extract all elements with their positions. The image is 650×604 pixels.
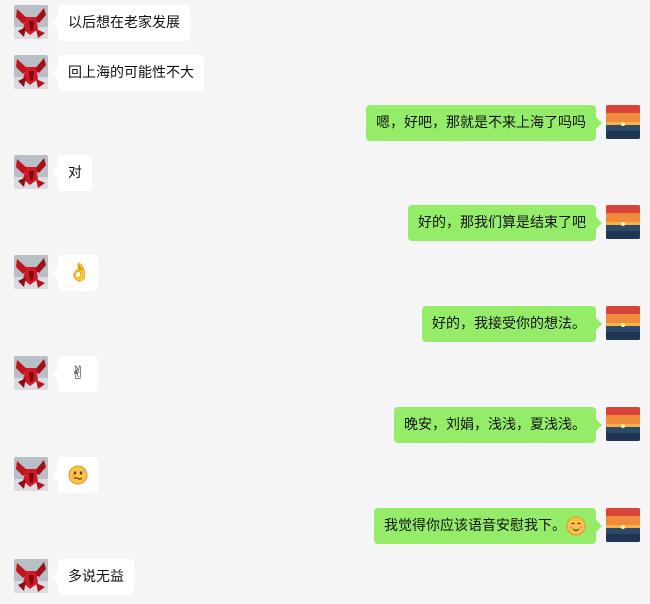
chat-history: 以后想在老家发展 回上海的可能性不大 嗯，好吧，那就是不来上海了吗吗 对 好的，… [0,0,650,604]
message-text: 我觉得你应该语音安慰我下。 [384,518,566,534]
contact-avatar[interactable] [14,457,48,491]
message-bubble-emoji[interactable] [52,457,98,493]
red-flower-avatar-icon [14,457,48,491]
message-row-outgoing: 好的，那我们算是结束了吧 [0,205,650,241]
contact-avatar[interactable] [14,356,48,390]
sunset-avatar-icon [606,508,640,542]
sunset-avatar-icon [606,306,640,340]
message-bubble[interactable]: 对 [52,155,92,191]
red-flower-avatar-icon [14,255,48,289]
message-row-incoming: 回上海的可能性不大 [0,55,650,91]
self-avatar[interactable] [606,205,640,239]
message-bubble[interactable]: 回上海的可能性不大 [52,55,204,91]
sunset-avatar-icon [606,105,640,139]
message-row-incoming: 以后想在老家发展 [0,5,650,41]
awkward-smile-icon [68,465,88,485]
red-flower-avatar-icon [14,55,48,89]
ok-hand-icon: 👌 [68,262,91,283]
victory-hand-icon: ✌ [70,363,86,384]
message-bubble[interactable]: 以后想在老家发展 [52,5,190,41]
sunset-avatar-icon [606,205,640,239]
message-row-outgoing: 好的，我接受你的想法。 [0,306,650,342]
contact-avatar[interactable] [14,155,48,189]
self-avatar[interactable] [606,407,640,441]
message-bubble[interactable]: 晚安，刘娟，浅浅，夏浅浅。 [394,407,602,443]
contact-avatar[interactable] [14,255,48,289]
message-bubble[interactable]: 多说无益 [52,559,134,595]
message-bubble[interactable]: 好的，那我们算是结束了吧 [408,205,602,241]
red-flower-avatar-icon [14,5,48,39]
red-flower-avatar-icon [14,356,48,390]
contact-avatar[interactable] [14,5,48,39]
message-row-incoming: 👌 [0,255,650,291]
contact-avatar[interactable] [14,55,48,89]
self-avatar[interactable] [606,306,640,340]
red-flower-avatar-icon [14,559,48,593]
message-row-outgoing: 嗯，好吧，那就是不来上海了吗吗 [0,105,650,141]
red-flower-avatar-icon [14,155,48,189]
message-bubble-emoji[interactable]: ✌ [52,356,98,392]
message-row-incoming: 对 [0,155,650,191]
message-row-outgoing: 我觉得你应该语音安慰我下。 [0,508,650,544]
message-row-incoming: ✌ [0,356,650,392]
message-row-incoming [0,457,650,493]
message-bubble[interactable]: 嗯，好吧，那就是不来上海了吗吗 [366,105,602,141]
message-row-incoming: 多说无益 [0,559,650,595]
contact-avatar[interactable] [14,559,48,593]
message-bubble[interactable]: 好的，我接受你的想法。 [422,306,602,342]
self-avatar[interactable] [606,508,640,542]
self-avatar[interactable] [606,105,640,139]
message-bubble[interactable]: 我觉得你应该语音安慰我下。 [374,508,602,544]
message-bubble-emoji[interactable]: 👌 [52,255,98,291]
sunset-avatar-icon [606,407,640,441]
blush-smile-icon [566,516,586,536]
message-row-outgoing: 晚安，刘娟，浅浅，夏浅浅。 [0,407,650,443]
